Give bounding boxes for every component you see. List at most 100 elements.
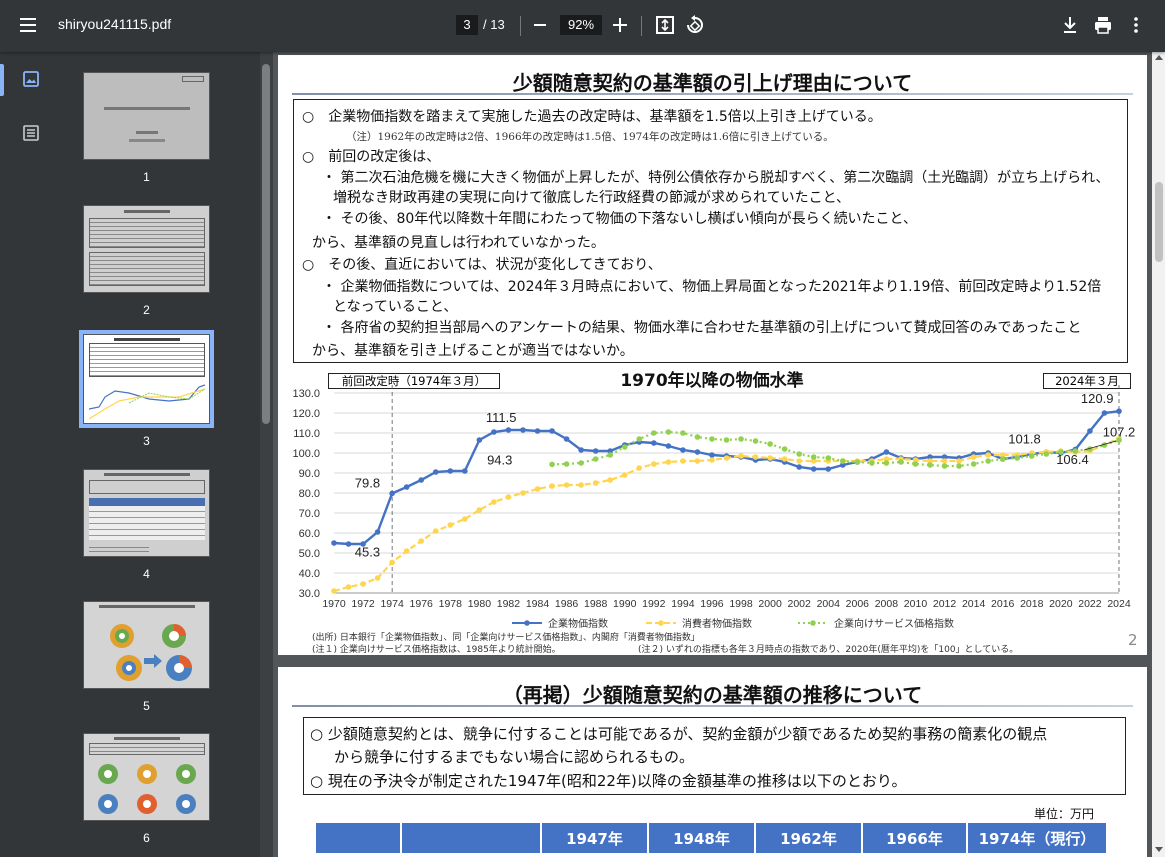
document-scrollbar-thumb[interactable] bbox=[1155, 182, 1163, 262]
data-point bbox=[927, 462, 933, 468]
file-title: shiryou241115.pdf bbox=[58, 16, 172, 32]
data-point bbox=[578, 447, 584, 453]
scroll-up-arrow-icon[interactable] bbox=[1155, 55, 1163, 60]
text-line: ○ 企業物価指数を踏まえて実施した過去の改定時は、基準額を1.5倍以上引き上げて… bbox=[302, 109, 882, 125]
data-point bbox=[462, 516, 468, 522]
scroll-down-arrow-icon[interactable] bbox=[1155, 847, 1163, 852]
data-point bbox=[854, 459, 861, 465]
data-point bbox=[1116, 408, 1122, 414]
outline-view-icon[interactable] bbox=[22, 124, 40, 146]
data-point bbox=[505, 494, 512, 500]
data-point bbox=[563, 436, 570, 442]
more-options-icon[interactable] bbox=[1125, 14, 1147, 36]
data-point bbox=[636, 465, 643, 471]
thumbnail-label: 3 bbox=[143, 434, 150, 448]
data-label: 79.8 bbox=[355, 475, 380, 490]
data-point bbox=[491, 429, 497, 435]
thumbnail-page-5[interactable] bbox=[83, 601, 210, 689]
x-tick-label: 2022 bbox=[1078, 598, 1102, 610]
thumbnails-view-icon[interactable] bbox=[22, 70, 40, 92]
data-point bbox=[825, 466, 832, 472]
sidebar-scrollbar-thumb[interactable] bbox=[262, 64, 270, 424]
pdf-toolbar: shiryou241115.pdf 3 / 13 92% bbox=[0, 0, 1165, 52]
page-title: 少額随意契約の基準額の引上げ理由について bbox=[512, 71, 913, 95]
zoom-input[interactable]: 92% bbox=[560, 15, 602, 35]
data-point bbox=[1043, 451, 1050, 457]
x-tick-label: 1980 bbox=[468, 598, 492, 610]
text-line: から競争に付するまでもない場合に認められるもの。 bbox=[334, 748, 695, 766]
x-tick-label: 1972 bbox=[351, 598, 375, 610]
data-point bbox=[534, 486, 541, 492]
x-tick-label: 2002 bbox=[788, 598, 812, 610]
legend-label: 企業物価指数 bbox=[548, 617, 608, 630]
data-point bbox=[709, 436, 715, 442]
x-tick-label: 1978 bbox=[439, 598, 463, 610]
data-point bbox=[723, 455, 730, 461]
print-icon[interactable] bbox=[1092, 14, 1114, 36]
table-header: 1974年（現行） bbox=[967, 823, 1108, 853]
data-point bbox=[331, 588, 337, 594]
page-number-input[interactable]: 3 bbox=[456, 15, 478, 35]
text-line: ・ その後、80年代以降数十年間にわたって物価の下落ないし横ばい傾向が長らく続い… bbox=[322, 211, 918, 227]
data-point bbox=[738, 453, 744, 459]
menu-icon[interactable] bbox=[18, 14, 40, 36]
legend-label: 消費者物価指数 bbox=[682, 617, 752, 630]
data-point bbox=[941, 458, 948, 464]
download-icon[interactable] bbox=[1059, 14, 1081, 36]
fit-page-icon[interactable] bbox=[654, 14, 676, 36]
data-point bbox=[607, 452, 614, 458]
data-point bbox=[810, 466, 817, 472]
thumbnail-page-1[interactable] bbox=[83, 72, 210, 160]
data-point bbox=[796, 464, 802, 470]
divider bbox=[641, 16, 642, 36]
thumbnail-sidebar: 1 2 3 4 5 6 bbox=[0, 52, 260, 857]
data-point bbox=[694, 458, 701, 464]
data-label: 120.9 bbox=[1081, 391, 1114, 406]
data-point bbox=[345, 541, 352, 547]
thumbnail-page-3[interactable] bbox=[79, 330, 214, 428]
rotate-icon[interactable] bbox=[684, 14, 706, 36]
data-point bbox=[621, 472, 628, 478]
data-point bbox=[883, 460, 890, 466]
thumbnail-page-6[interactable] bbox=[83, 733, 210, 821]
data-point bbox=[680, 458, 686, 464]
text-line: ・ 企業物価指数については、2024年３月時点において、物価上昇局面となった20… bbox=[322, 279, 1102, 295]
thumbnail-page-4[interactable] bbox=[83, 469, 210, 557]
pdf-page-3: （再掲）少額随意契約の基準額の推移について ○ 少額随意契約とは、競争に付するこ… bbox=[278, 667, 1147, 857]
active-rail-indicator bbox=[0, 64, 4, 96]
y-tick-label: 110.0 bbox=[293, 428, 320, 440]
data-point bbox=[534, 428, 541, 434]
text-line: ・ 第二次石油危機を機に大きく物価が上昇したが、特例公債依存から脱却すべく、第二… bbox=[322, 170, 1110, 186]
data-point bbox=[985, 452, 991, 458]
table-header: 1948年 bbox=[648, 823, 756, 853]
data-point bbox=[331, 540, 337, 546]
data-point bbox=[592, 480, 599, 486]
thumbnail-page-2[interactable] bbox=[83, 205, 210, 293]
x-tick-label: 1998 bbox=[729, 598, 753, 610]
data-point bbox=[752, 438, 759, 444]
data-point bbox=[956, 463, 962, 469]
data-point bbox=[999, 456, 1006, 462]
data-point bbox=[665, 459, 672, 465]
x-tick-label: 2012 bbox=[933, 598, 957, 610]
zoom-in-icon[interactable] bbox=[613, 18, 627, 32]
data-point bbox=[403, 548, 410, 554]
y-tick-label: 80.0 bbox=[299, 488, 320, 500]
data-point bbox=[767, 455, 773, 461]
data-label: 94.3 bbox=[487, 452, 512, 467]
data-point bbox=[651, 430, 657, 436]
data-point bbox=[869, 460, 875, 466]
y-tick-label: 40.0 bbox=[299, 568, 320, 580]
document-scrollbar[interactable] bbox=[1152, 52, 1165, 857]
x-tick-label: 1970 bbox=[322, 598, 346, 610]
x-tick-label: 1992 bbox=[642, 598, 666, 610]
data-point bbox=[810, 454, 817, 460]
x-tick-label: 2006 bbox=[846, 598, 870, 610]
data-point bbox=[781, 456, 788, 462]
x-tick-label: 1994 bbox=[671, 598, 695, 610]
sidebar-scrollbar[interactable] bbox=[260, 52, 273, 857]
data-point bbox=[418, 538, 425, 544]
data-point bbox=[1014, 455, 1021, 461]
data-point bbox=[374, 575, 381, 581]
zoom-out-icon[interactable] bbox=[534, 24, 546, 26]
